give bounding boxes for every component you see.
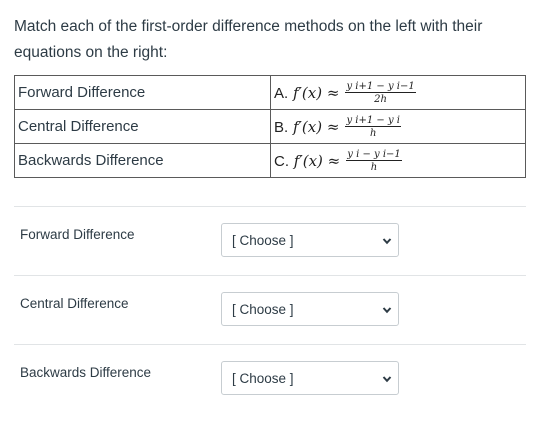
table-row: Central Difference B. f′(x) ≈ y i+1 − y … <box>14 109 526 144</box>
select-value: [ Choose ] <box>232 233 294 248</box>
table-row: Backwards Difference C. f′(x) ≈ y i − y … <box>14 143 526 178</box>
match-table: Forward Difference A. f′(x) ≈ y i+1 − y … <box>14 75 526 178</box>
answer-label-forward: Forward Difference <box>20 227 135 242</box>
equation-lhs: C. f′(x) ≈ <box>274 151 341 170</box>
select-value: [ Choose ] <box>232 302 294 317</box>
fraction-denominator: 2h <box>374 93 387 105</box>
method-cell: Backwards Difference <box>14 143 271 178</box>
central-difference-select[interactable]: [ Choose ] <box>221 292 399 326</box>
equation-cell: C. f′(x) ≈ y i − y i−1 h <box>270 143 526 178</box>
select-value: [ Choose ] <box>232 371 294 386</box>
fraction-denominator: h <box>370 161 378 173</box>
answer-label-central: Central Difference <box>20 296 129 311</box>
backwards-difference-select[interactable]: [ Choose ] <box>221 361 399 395</box>
chevron-down-icon <box>382 307 392 314</box>
fraction-numerator: y i − y i−1 <box>346 148 402 161</box>
divider <box>14 206 526 207</box>
equation-cell: B. f′(x) ≈ y i+1 − y i h <box>270 109 526 144</box>
method-cell: Forward Difference <box>14 75 271 110</box>
fraction-numerator: y i+1 − y i <box>345 114 401 127</box>
question-prompt: Match each of the first-order difference… <box>14 18 483 61</box>
table-row: Forward Difference A. f′(x) ≈ y i+1 − y … <box>14 75 526 110</box>
fraction-denominator: h <box>369 127 377 139</box>
equation-fraction: y i+1 − y i−1 2h <box>345 80 416 105</box>
answer-label-backwards: Backwards Difference <box>20 365 152 380</box>
fraction-numerator: y i+1 − y i−1 <box>345 80 416 93</box>
forward-difference-select[interactable]: [ Choose ] <box>221 223 399 257</box>
divider <box>14 344 526 345</box>
divider <box>14 275 526 276</box>
equation-fraction: y i − y i−1 h <box>346 149 402 173</box>
method-cell: Central Difference <box>14 109 271 144</box>
chevron-down-icon <box>382 238 392 245</box>
equation-lhs: B. f′(x) ≈ <box>274 117 340 136</box>
equation-cell: A. f′(x) ≈ y i+1 − y i−1 2h <box>270 75 526 110</box>
chevron-down-icon <box>382 376 392 383</box>
equation-lhs: A. f′(x) ≈ <box>274 83 340 102</box>
equation-fraction: y i+1 − y i h <box>345 115 401 139</box>
